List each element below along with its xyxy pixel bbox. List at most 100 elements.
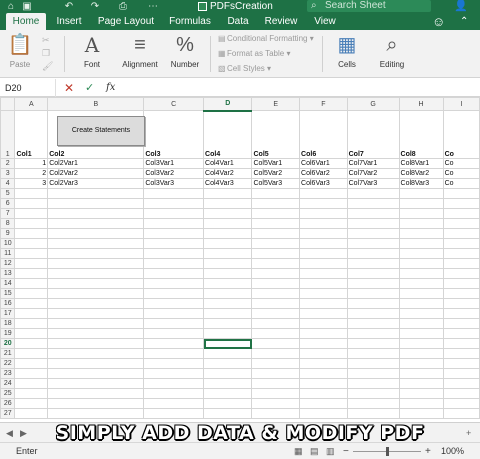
cell-f7[interactable] bbox=[299, 208, 348, 219]
conditional-formatting-button[interactable]: ▤Conditional Formatting ▾ bbox=[218, 33, 314, 45]
cell-c17[interactable] bbox=[143, 308, 205, 319]
cell-b4[interactable]: Col2Var3 bbox=[47, 178, 145, 189]
cell-b11[interactable] bbox=[47, 248, 145, 259]
name-box[interactable]: D20 bbox=[0, 79, 56, 97]
cell-c27[interactable] bbox=[143, 408, 205, 419]
cell-f19[interactable] bbox=[299, 328, 348, 339]
cancel-icon[interactable]: ✕ bbox=[64, 79, 74, 97]
cell-h23[interactable] bbox=[398, 368, 444, 379]
cell-h4[interactable]: Col8Var3 bbox=[398, 178, 444, 189]
cell-e23[interactable] bbox=[251, 368, 301, 379]
search-sheet-field[interactable]: ⌕ Search Sheet bbox=[307, 0, 431, 12]
cell-i8[interactable] bbox=[442, 218, 480, 229]
cell-e11[interactable] bbox=[251, 248, 301, 259]
cell-i20[interactable] bbox=[442, 338, 480, 349]
row-header[interactable]: 18 bbox=[0, 318, 16, 329]
cell-e26[interactable] bbox=[251, 398, 301, 409]
cell-e16[interactable] bbox=[251, 298, 301, 309]
cell-h19[interactable] bbox=[398, 328, 444, 339]
format-as-table-button[interactable]: ▦Format as Table ▾ bbox=[218, 48, 290, 60]
cell-c10[interactable] bbox=[143, 238, 205, 249]
zoom-out-icon[interactable]: − bbox=[343, 443, 349, 459]
cell-i19[interactable] bbox=[442, 328, 480, 339]
zoom-slider-thumb[interactable] bbox=[386, 447, 389, 456]
cell-e9[interactable] bbox=[251, 228, 301, 239]
cell-e18[interactable] bbox=[251, 318, 301, 329]
home-icon[interactable]: ⌂ bbox=[4, 0, 18, 13]
cell-e4[interactable]: Col5Var3 bbox=[251, 178, 301, 189]
cell-g25[interactable] bbox=[346, 388, 400, 399]
cell-g6[interactable] bbox=[346, 198, 400, 209]
column-header-f[interactable]: F bbox=[299, 97, 348, 111]
cell-d6[interactable] bbox=[203, 198, 253, 209]
cell-e3[interactable]: Col5Var2 bbox=[251, 168, 301, 179]
cell-e13[interactable] bbox=[251, 268, 301, 279]
cell-b7[interactable] bbox=[47, 208, 145, 219]
row-header[interactable]: 1 bbox=[0, 110, 16, 159]
cell-d5[interactable] bbox=[203, 188, 253, 199]
cell-d11[interactable] bbox=[203, 248, 253, 259]
row-header[interactable]: 22 bbox=[0, 358, 16, 369]
cell-b24[interactable] bbox=[47, 378, 145, 389]
zoom-in-icon[interactable]: + bbox=[425, 443, 431, 459]
row-header[interactable]: 20 bbox=[0, 338, 16, 349]
cell-h16[interactable] bbox=[398, 298, 444, 309]
cell-e8[interactable] bbox=[251, 218, 301, 229]
cell-a18[interactable] bbox=[14, 318, 49, 329]
cell-i13[interactable] bbox=[442, 268, 480, 279]
cell-d25[interactable] bbox=[203, 388, 253, 399]
cell-e27[interactable] bbox=[251, 408, 301, 419]
cell-d4[interactable]: Col4Var3 bbox=[203, 178, 253, 189]
cell-e20[interactable] bbox=[251, 338, 301, 349]
row-header[interactable]: 23 bbox=[0, 368, 16, 379]
row-header[interactable]: 24 bbox=[0, 378, 16, 389]
cell-e17[interactable] bbox=[251, 308, 301, 319]
cell-c9[interactable] bbox=[143, 228, 205, 239]
tab-data[interactable]: Data bbox=[222, 13, 254, 30]
cell-e15[interactable] bbox=[251, 288, 301, 299]
cell-f27[interactable] bbox=[299, 408, 348, 419]
column-header-g[interactable]: G bbox=[346, 97, 400, 111]
row-header[interactable]: 15 bbox=[0, 288, 16, 299]
cell-h24[interactable] bbox=[398, 378, 444, 389]
cell-h20[interactable] bbox=[398, 338, 444, 349]
cell-d15[interactable] bbox=[203, 288, 253, 299]
cell-f3[interactable]: Col6Var2 bbox=[299, 168, 348, 179]
cell-g22[interactable] bbox=[346, 358, 400, 369]
cell-d26[interactable] bbox=[203, 398, 253, 409]
cell-e10[interactable] bbox=[251, 238, 301, 249]
cell-f26[interactable] bbox=[299, 398, 348, 409]
cell-i23[interactable] bbox=[442, 368, 480, 379]
page-break-view-icon[interactable]: ▥ bbox=[326, 443, 335, 459]
cell-h22[interactable] bbox=[398, 358, 444, 369]
cell-b18[interactable] bbox=[47, 318, 145, 329]
cell-e24[interactable] bbox=[251, 378, 301, 389]
cell-g4[interactable]: Col7Var3 bbox=[346, 178, 400, 189]
cell-i17[interactable] bbox=[442, 308, 480, 319]
quick-access-more-icon[interactable]: ⋯ bbox=[146, 0, 160, 13]
cell-d2[interactable]: Col4Var1 bbox=[203, 158, 253, 169]
cell-a24[interactable] bbox=[14, 378, 49, 389]
cell-i6[interactable] bbox=[442, 198, 480, 209]
cell-i24[interactable] bbox=[442, 378, 480, 389]
cell-h3[interactable]: Col8Var2 bbox=[398, 168, 444, 179]
row-header[interactable]: 10 bbox=[0, 238, 16, 249]
cell-d17[interactable] bbox=[203, 308, 253, 319]
cell-a19[interactable] bbox=[14, 328, 49, 339]
cell-b6[interactable] bbox=[47, 198, 145, 209]
cell-c8[interactable] bbox=[143, 218, 205, 229]
cell-b23[interactable] bbox=[47, 368, 145, 379]
tab-review[interactable]: Review bbox=[260, 13, 302, 30]
cell-c7[interactable] bbox=[143, 208, 205, 219]
cell-i4[interactable]: Co bbox=[442, 178, 480, 189]
cell-f15[interactable] bbox=[299, 288, 348, 299]
cell-g1[interactable]: Col7 bbox=[346, 110, 400, 159]
cell-i12[interactable] bbox=[442, 258, 480, 269]
row-header[interactable]: 21 bbox=[0, 348, 16, 359]
cell-f20[interactable] bbox=[299, 338, 348, 349]
cell-b22[interactable] bbox=[47, 358, 145, 369]
cell-g15[interactable] bbox=[346, 288, 400, 299]
cell-c22[interactable] bbox=[143, 358, 205, 369]
cell-g13[interactable] bbox=[346, 268, 400, 279]
cell-e12[interactable] bbox=[251, 258, 301, 269]
